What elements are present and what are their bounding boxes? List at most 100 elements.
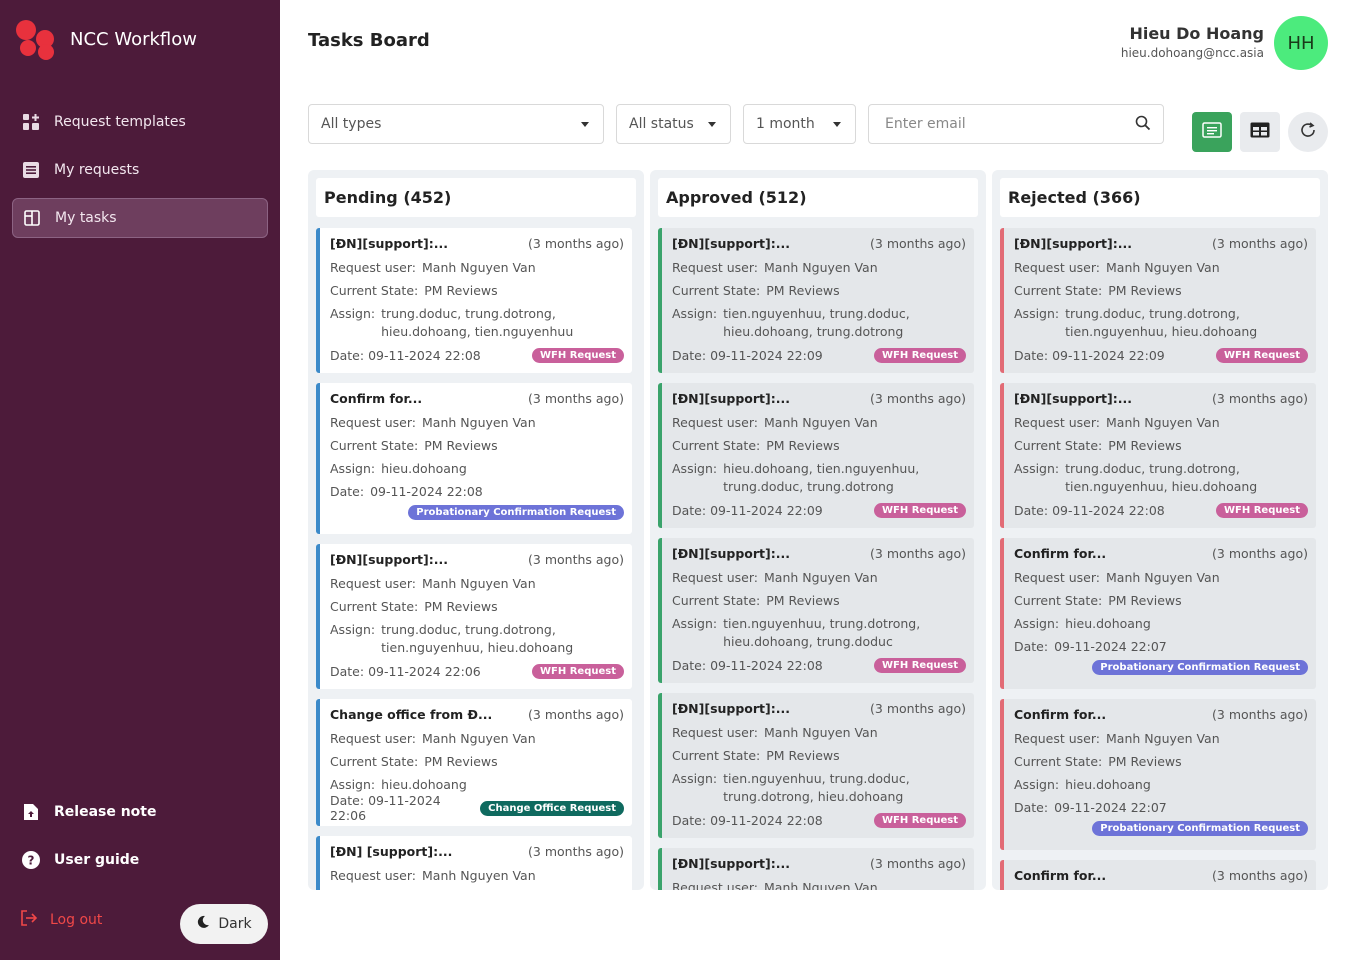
task-card[interactable]: [ĐN][support]:... (3 months ago) Request … [316, 544, 632, 689]
task-card[interactable]: [ĐN][support]:... (3 months ago) Request … [658, 383, 974, 528]
card-age: (3 months ago) [870, 546, 966, 561]
card-list: [ĐN][support]:... (3 months ago) Request … [316, 228, 632, 890]
assignees: trung.doduc, trung.dotrong, hieu.dohoang… [381, 306, 574, 339]
date-label: Date: [672, 657, 707, 673]
task-card[interactable]: [ĐN][support]:... (3 months ago) Request … [658, 538, 974, 683]
status-select[interactable]: All status [616, 104, 731, 144]
task-card[interactable]: [ĐN][support]:... (3 months ago) Request … [1000, 383, 1316, 528]
list-view-button[interactable] [1192, 112, 1232, 152]
sidebar-bottom-nav: Release note ? User guide [12, 792, 268, 888]
card-title: [ĐN][support]:... [672, 391, 790, 406]
current-state: PM Reviews [766, 283, 840, 298]
card-age: (3 months ago) [870, 856, 966, 871]
task-card[interactable]: [ĐN] [support]:... (3 months ago) Request… [316, 836, 632, 890]
card-title: [ĐN][support]:... [672, 701, 790, 716]
assign-label: Assign: [672, 306, 718, 321]
sidebar-item-release-note[interactable]: Release note [12, 792, 268, 832]
file-upload-icon [22, 803, 40, 821]
request-user-label: Request user: [672, 570, 759, 585]
user-name: Hieu Do Hoang [1129, 24, 1264, 43]
current-state: PM Reviews [424, 599, 498, 614]
card-age: (3 months ago) [1212, 391, 1308, 406]
type-badge: WFH Request [874, 502, 966, 518]
task-card[interactable]: Confirm for... (3 months ago) Request use… [1000, 538, 1316, 689]
task-card[interactable]: [ĐN][support]:... (3 months ago) Request … [658, 693, 974, 838]
assign-label: Assign: [672, 771, 718, 786]
request-user: Manh Nguyen Van [764, 570, 878, 585]
state-label: Current State: [330, 754, 419, 769]
logout-button[interactable]: Log out [20, 910, 102, 930]
task-card[interactable]: [ĐN][support]:... (3 months ago) Request … [1000, 228, 1316, 373]
card-title: Confirm for... [330, 391, 423, 406]
assign-label: Assign: [330, 777, 376, 792]
card-age: (3 months ago) [528, 391, 624, 406]
card-age: (3 months ago) [528, 707, 624, 722]
sidebar-item-request-templates[interactable]: Request templates [12, 102, 268, 142]
assign-label: Assign: [330, 306, 376, 321]
refresh-button[interactable] [1288, 112, 1328, 152]
card-age: (3 months ago) [870, 391, 966, 406]
sidebar-item-user-guide[interactable]: ? User guide [12, 840, 268, 880]
date-label: Date: [330, 663, 365, 679]
state-label: Current State: [1014, 283, 1103, 298]
type-badge: WFH Request [532, 347, 624, 363]
svg-text:?: ? [28, 854, 35, 868]
request-user-label: Request user: [672, 415, 759, 430]
type-badge: WFH Request [532, 663, 624, 679]
refresh-icon [1299, 121, 1317, 143]
request-user: Manh Nguyen Van [1106, 731, 1220, 746]
logout-icon [20, 910, 38, 930]
assign-label: Assign: [330, 622, 376, 637]
sidebar-item-label: Request templates [54, 114, 186, 130]
task-card[interactable]: [ĐN][support]:... (3 months ago) Request … [658, 228, 974, 373]
type-badge: Change Office Request [480, 800, 624, 816]
type-select[interactable]: All types [308, 104, 604, 144]
email-placeholder: Enter email [885, 116, 966, 132]
email-search-input[interactable]: Enter email [868, 104, 1164, 144]
assign-label: Assign: [672, 461, 718, 476]
task-card[interactable]: [ĐN][support]:... (3 months ago) Request … [316, 228, 632, 373]
current-state: PM Reviews [424, 438, 498, 453]
card-date: 09-11-2024 22:09 [710, 502, 823, 518]
period-select[interactable]: 1 month [743, 104, 856, 144]
user-email: hieu.dohoang@ncc.asia [1120, 46, 1264, 60]
task-card[interactable]: Confirm for... (3 months ago) [1000, 860, 1316, 890]
task-card[interactable]: Change office from Đ... (3 months ago) Re… [316, 699, 632, 826]
request-user-label: Request user: [1014, 570, 1101, 585]
task-card[interactable]: Confirm for... (3 months ago) Request use… [316, 383, 632, 534]
task-card[interactable]: [ĐN][support]:... (3 months ago) Request … [658, 848, 974, 890]
assignees: hieu.dohoang [381, 777, 467, 792]
task-card[interactable]: Confirm for... (3 months ago) Request use… [1000, 699, 1316, 850]
dark-mode-toggle[interactable]: Dark [180, 904, 268, 944]
request-user: Manh Nguyen Van [764, 260, 878, 275]
card-age: (3 months ago) [870, 236, 966, 251]
request-user: Manh Nguyen Van [764, 880, 878, 890]
sidebar: NCC Workflow Request templates My reques… [0, 0, 280, 960]
card-age: (3 months ago) [1212, 707, 1308, 722]
card-title: [ĐN][support]:... [330, 552, 448, 567]
status-select-value: All status [629, 116, 694, 132]
card-title: [ĐN][support]:... [330, 236, 448, 251]
sidebar-item-my-tasks[interactable]: My tasks [12, 198, 268, 238]
current-state: PM Reviews [1108, 754, 1182, 769]
user-info: Hieu Do Hoang hieu.dohoang@ncc.asia [1121, 24, 1264, 60]
brand[interactable]: NCC Workflow [16, 18, 197, 60]
date-label: Date: [330, 347, 365, 363]
search-icon[interactable] [1135, 115, 1151, 135]
assignees: hieu.dohoang [1065, 616, 1151, 631]
card-age: (3 months ago) [528, 236, 624, 251]
request-user: Manh Nguyen Van [764, 725, 878, 740]
card-list: [ĐN][support]:... (3 months ago) Request … [658, 228, 974, 890]
request-user: Manh Nguyen Van [422, 868, 536, 883]
caret-down-icon [708, 122, 716, 127]
avatar[interactable]: HH [1274, 16, 1328, 70]
card-title: [ĐN][support]:... [1014, 236, 1132, 251]
assign-label: Assign: [1014, 306, 1060, 321]
card-title: [ĐN][support]:... [672, 546, 790, 561]
table-view-button[interactable] [1240, 112, 1280, 152]
table-view-icon [1250, 122, 1270, 142]
state-label: Current State: [330, 599, 419, 614]
sidebar-item-my-requests[interactable]: My requests [12, 150, 268, 190]
help-circle-icon: ? [22, 851, 40, 869]
assignees: tien.nguyenhuu, trung.doduc, hieu.dohoan… [723, 306, 910, 339]
